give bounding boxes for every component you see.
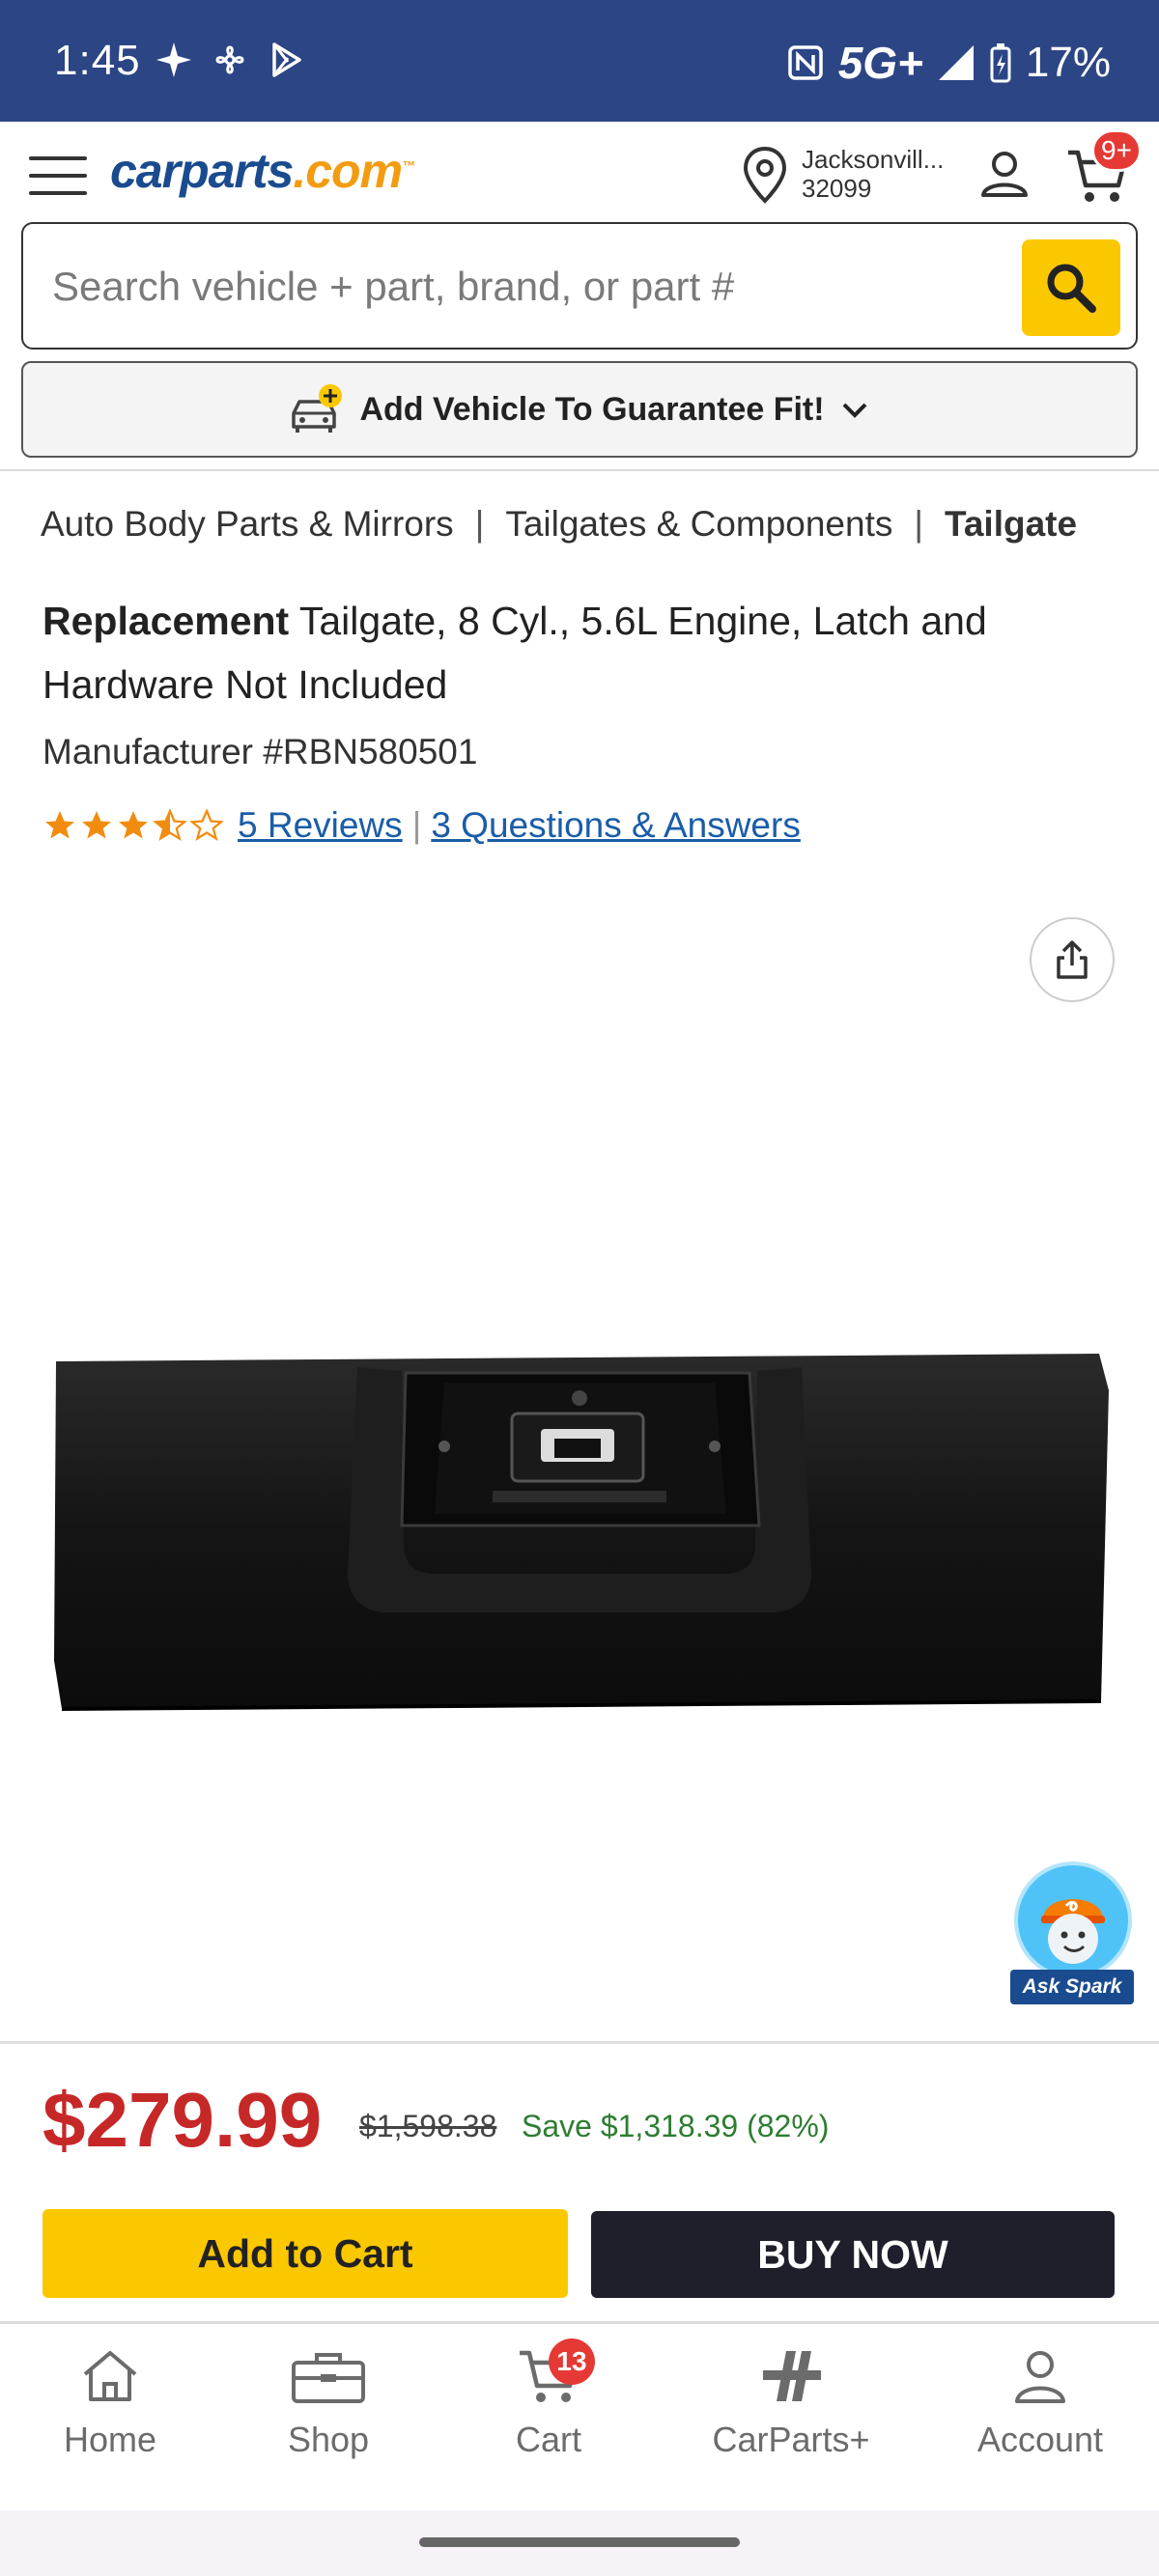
search-input[interactable] bbox=[52, 253, 1018, 321]
sparkle-icon bbox=[156, 42, 191, 77]
car-plus-icon bbox=[292, 384, 343, 433]
sale-price: $279.99 bbox=[42, 2077, 323, 2163]
account-icon bbox=[1015, 2351, 1065, 2403]
ask-spark-button[interactable]: Ask Spark bbox=[1010, 1862, 1134, 2004]
star-full-icon bbox=[119, 811, 148, 839]
star-full-icon bbox=[82, 811, 111, 839]
original-price: $1,598.38 bbox=[359, 2109, 497, 2143]
toolbox-icon bbox=[292, 2353, 365, 2403]
breadcrumb-item-current: Tailgate bbox=[945, 504, 1078, 544]
spark-avatar-icon bbox=[1014, 1862, 1132, 1979]
product-image[interactable] bbox=[39, 1332, 1120, 1719]
fan-icon bbox=[215, 45, 244, 74]
nav-account-label: Account bbox=[976, 2420, 1104, 2459]
location-city: Jacksonvill... bbox=[802, 145, 945, 174]
user-icon[interactable] bbox=[977, 147, 1032, 206]
share-icon bbox=[1057, 940, 1088, 979]
carparts-logo[interactable]: carparts.com™ bbox=[110, 143, 415, 199]
price-divider bbox=[0, 2041, 1159, 2044]
carparts-plus-icon bbox=[763, 2351, 821, 2401]
nav-home-label: Home bbox=[63, 2420, 157, 2459]
reviews-link[interactable]: 5 Reviews bbox=[238, 805, 403, 846]
star-half-icon bbox=[153, 808, 187, 841]
cart-count-badge: 9+ bbox=[1091, 129, 1142, 172]
questions-link[interactable]: 3 Questions & Answers bbox=[431, 805, 801, 846]
logo-trademark: ™ bbox=[402, 157, 415, 174]
logo-com: .com bbox=[293, 144, 403, 198]
add-vehicle-button[interactable]: Add Vehicle To Guarantee Fit! bbox=[21, 361, 1138, 458]
buy-now-button[interactable]: BUY NOW bbox=[591, 2211, 1115, 2298]
star-rating[interactable] bbox=[42, 808, 224, 843]
nav-cart-label: Cart bbox=[515, 2420, 581, 2459]
menu-icon[interactable] bbox=[29, 156, 87, 195]
signal-icon bbox=[938, 45, 974, 80]
star-full-icon bbox=[45, 811, 74, 839]
status-time: 1:45 bbox=[54, 37, 141, 84]
gesture-handle[interactable] bbox=[419, 2537, 740, 2547]
breadcrumb-separator: | bbox=[914, 504, 923, 544]
location-pin-icon[interactable] bbox=[740, 145, 790, 210]
play-store-icon bbox=[272, 42, 301, 77]
nav-carparts-plus-label: CarParts+ bbox=[712, 2420, 870, 2459]
status-bar: 1:45 5G+ 17% bbox=[0, 0, 1159, 122]
chevron-down-icon bbox=[842, 403, 866, 418]
rating-separator: | bbox=[411, 805, 422, 845]
nav-shop-label: Shop bbox=[287, 2420, 370, 2459]
share-button[interactable] bbox=[1030, 917, 1115, 1002]
cart-count-badge: 13 bbox=[549, 2338, 595, 2385]
search-button[interactable] bbox=[1022, 239, 1120, 336]
savings-text: Save $1,318.39 (82%) bbox=[522, 2109, 830, 2143]
breadcrumb-item-tailgates[interactable]: Tailgates & Components bbox=[505, 504, 892, 544]
add-vehicle-label: Add Vehicle To Guarantee Fit! bbox=[359, 390, 825, 428]
location-selector[interactable]: Jacksonvill... 32099 bbox=[802, 145, 944, 203]
nav-account[interactable]: Account bbox=[968, 2347, 1113, 2460]
nav-carparts-plus[interactable]: CarParts+ bbox=[701, 2347, 881, 2460]
ask-spark-label: Ask Spark bbox=[1010, 1970, 1134, 2004]
location-zip: 32099 bbox=[802, 174, 872, 203]
search-icon bbox=[1047, 264, 1096, 313]
nfc-icon bbox=[787, 45, 823, 80]
breadcrumb-separator: | bbox=[474, 504, 485, 544]
rating-row: 5 Reviews | 3 Questions & Answers bbox=[42, 805, 801, 846]
battery-icon bbox=[990, 43, 1011, 83]
nav-shop[interactable]: Shop bbox=[272, 2347, 384, 2460]
manufacturer-number: Manufacturer #RBN580501 bbox=[42, 732, 478, 771]
nav-home[interactable]: Home bbox=[54, 2347, 166, 2460]
search-bar bbox=[21, 222, 1138, 350]
home-icon bbox=[83, 2351, 137, 2401]
breadcrumb-item-auto-body[interactable]: Auto Body Parts & Mirrors bbox=[41, 504, 454, 544]
network-type: 5G+ bbox=[837, 38, 923, 88]
star-empty-icon bbox=[189, 808, 224, 841]
status-system-icons: 5G+ 17% bbox=[786, 37, 1111, 89]
header-divider bbox=[0, 469, 1159, 471]
product-title-brand: Replacement bbox=[42, 599, 290, 643]
status-notification-icons bbox=[155, 41, 305, 79]
product-title: Replacement Tailgate, 8 Cyl., 5.6L Engin… bbox=[42, 589, 1105, 716]
site-header: carparts.com™ Jacksonvill... 32099 bbox=[0, 122, 1159, 224]
logo-text: carparts bbox=[110, 144, 294, 198]
add-to-cart-button[interactable]: Add to Cart bbox=[42, 2209, 568, 2298]
breadcrumb: Auto Body Parts & Mirrors | Tailgates & Co… bbox=[41, 504, 1077, 545]
battery-percent: 17% bbox=[1025, 39, 1111, 86]
